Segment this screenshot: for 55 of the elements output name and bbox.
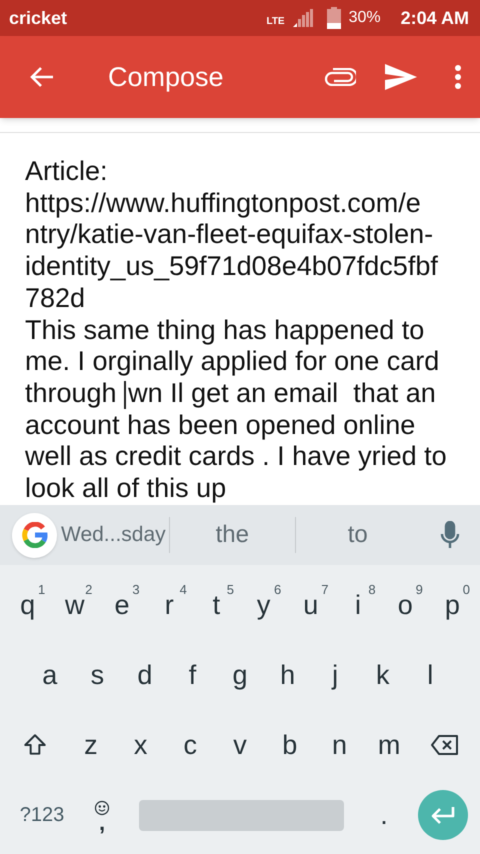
signal-icon: [292, 9, 313, 27]
keyboard-key[interactable]: s: [74, 640, 122, 710]
more-options-icon: [454, 64, 462, 90]
smiley-icon: [94, 800, 110, 816]
screen-title: Compose: [108, 60, 224, 94]
keyboard-key[interactable]: c: [165, 710, 216, 780]
keyboard-key[interactable]: g: [216, 640, 264, 710]
keyboard-key[interactable]: n: [314, 710, 364, 780]
enter-icon: [428, 804, 456, 826]
keyboard-key[interactable]: i 8: [334, 570, 382, 640]
enter-key[interactable]: [418, 790, 468, 840]
keyboard-key[interactable]: r 4: [146, 570, 193, 640]
keyboard-key[interactable]: l: [406, 640, 454, 710]
keyboard-key[interactable]: k: [358, 640, 406, 710]
emoji-comma-key[interactable]: ,: [80, 780, 124, 850]
keyboard-key[interactable]: m: [364, 710, 414, 780]
period-key[interactable]: .: [359, 780, 409, 850]
microphone-icon: [440, 521, 460, 549]
google-g-icon: [22, 522, 48, 548]
keyboard-key[interactable]: x: [116, 710, 166, 780]
message-text-line: Article:: [25, 156, 109, 188]
message-text-line: identity_us_59f71d08e4b07fdc5fbf: [25, 251, 439, 283]
keyboard-key[interactable]: v: [215, 710, 265, 780]
word-suggestion[interactable]: the: [170, 505, 294, 565]
network-type: LTE: [266, 14, 285, 28]
google-button[interactable]: [12, 512, 57, 558]
paperclip-icon: [324, 68, 356, 86]
text-cursor: [124, 380, 126, 409]
keyboard-key[interactable]: z: [66, 710, 116, 780]
keyboard-key[interactable]: t 5: [192, 570, 240, 640]
keyboard-key[interactable]: b: [264, 710, 315, 780]
message-text-line: look all of this up: [25, 473, 228, 505]
carrier-name: cricket: [9, 6, 68, 30]
keyboard-key[interactable]: j: [311, 640, 359, 710]
message-text-line: 782d: [25, 282, 86, 315]
word-suggestion[interactable]: to: [296, 505, 420, 565]
message-text-line: account has been opened online: [25, 410, 416, 442]
message-text-line: This same thing has happened to: [25, 314, 426, 346]
symbols-key[interactable]: ?123: [4, 780, 80, 850]
message-text-line: through wn Il get an email that an: [25, 378, 437, 410]
message-text-line: https://www.huffingtonpost.com/e: [25, 188, 422, 220]
message-text-line: me. I orginally applied for one card: [25, 346, 440, 378]
keyboard-key[interactable]: d: [121, 640, 169, 710]
message-text-line: well as credit cards . I have yried to: [25, 441, 448, 474]
message-text-line: ntry/katie-van-fleet-equifax-stolen-: [25, 219, 434, 252]
word-suggestion[interactable]: Wed...sday: [57, 505, 169, 565]
battery-percent: 30%: [348, 8, 381, 28]
back-arrow-icon: [29, 65, 55, 89]
keyboard-key[interactable]: f: [168, 640, 216, 710]
battery-icon: [326, 7, 341, 29]
clock: 2:04 AM: [400, 6, 469, 30]
send-icon: [385, 64, 417, 90]
keyboard-key[interactable]: h: [264, 640, 312, 710]
keyboard-key[interactable]: a: [26, 640, 74, 710]
backspace-icon: [430, 733, 460, 757]
